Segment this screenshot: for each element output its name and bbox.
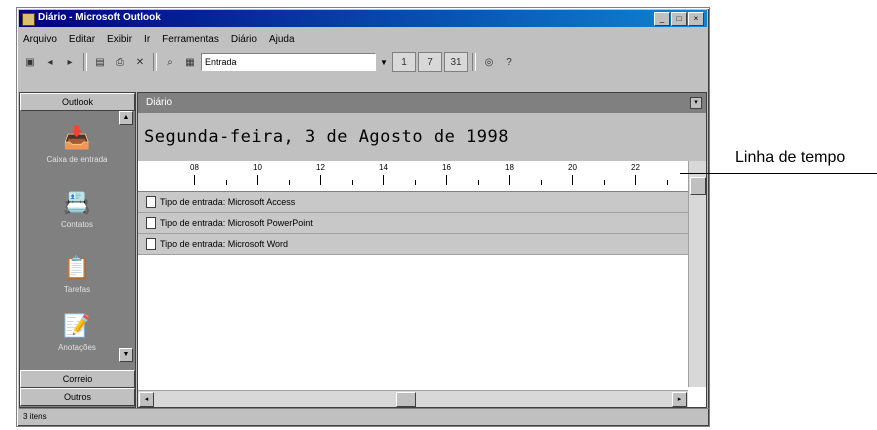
timeline-tick-label: 16 (442, 163, 451, 172)
timeline-tick-label: 08 (190, 163, 199, 172)
shortcut-notes[interactable]: 📝 Anotações (42, 311, 112, 352)
inbox-icon: 📥 (63, 125, 91, 150)
timeline-tick-label: 10 (253, 163, 262, 172)
organize-icon[interactable]: ▦ (181, 53, 199, 71)
menu-help[interactable]: Ajuda (267, 34, 297, 45)
scroll-up-icon[interactable]: ▲ (119, 111, 133, 125)
timeline-tick (288, 180, 290, 185)
scroll-down-icon[interactable]: ▼ (119, 348, 133, 362)
timeline-tick (572, 175, 573, 185)
timeline-tick (540, 180, 542, 185)
close-button[interactable]: × (688, 12, 704, 26)
scroll-thumb[interactable] (690, 177, 706, 195)
timeline-tick (666, 180, 668, 185)
menu-go[interactable]: Ir (142, 34, 152, 45)
shortcut-contacts[interactable]: 📇 Contatos (42, 188, 112, 229)
outlook-window: Diário - Microsoft Outlook _ □ × Arquivo… (16, 7, 710, 427)
document-icon (146, 217, 156, 229)
timeline-tick (351, 180, 353, 185)
menu-journal[interactable]: Diário (229, 34, 259, 45)
document-icon (146, 196, 156, 208)
week-view-icon[interactable]: 7 (418, 52, 442, 72)
callout-label: Linha de tempo (735, 149, 846, 166)
timeline-tick (414, 180, 416, 185)
month-view-icon[interactable]: 31 (444, 52, 468, 72)
timeline-tick-label: 20 (568, 163, 577, 172)
timeline-tick-label: 18 (505, 163, 514, 172)
date-label: Segunda-feira, 3 de Agosto de 1998 (144, 127, 509, 147)
banner-icon[interactable]: ▾ (690, 97, 702, 109)
minimize-button[interactable]: _ (654, 12, 670, 26)
folder-banner: Diário ▾ (138, 93, 706, 113)
app-icon (22, 13, 35, 26)
scroll-right-icon[interactable]: ▸ (672, 392, 687, 407)
list-item[interactable]: Tipo de entrada: Microsoft PowerPoint (138, 213, 688, 234)
timeline-tick (477, 180, 479, 185)
callout-line (680, 173, 877, 174)
group-other[interactable]: Outros (20, 388, 135, 406)
horizontal-scrollbar[interactable]: ◂ ▸ (138, 390, 688, 407)
new-icon[interactable]: ▣ (21, 53, 39, 71)
folder-list-icon[interactable]: ▤ (91, 53, 109, 71)
menu-view[interactable]: Exibir (105, 34, 134, 45)
shortcut-inbox[interactable]: 📥 Caixa de entrada (42, 123, 112, 164)
timeline-tick (320, 175, 321, 185)
timeline-tick-label: 22 (631, 163, 640, 172)
window-title: Diário - Microsoft Outlook (38, 12, 161, 23)
help-icon[interactable]: ? (500, 53, 518, 71)
scroll-left-icon[interactable]: ◂ (139, 392, 154, 407)
list-item[interactable]: Tipo de entrada: Microsoft Access (138, 192, 688, 213)
print-icon[interactable]: ⎙ (111, 53, 129, 71)
notes-icon: 📝 (63, 313, 91, 338)
menu-tools[interactable]: Ferramentas (160, 34, 221, 45)
go-to-today-icon[interactable]: ◎ (480, 53, 498, 71)
menu-file[interactable]: Arquivo (21, 34, 59, 45)
timeline-tick (509, 175, 510, 185)
timeline-tick (603, 180, 605, 185)
current-view-combo[interactable]: Entrada (201, 53, 376, 71)
group-mail[interactable]: Correio (20, 370, 135, 388)
back-icon[interactable]: ◂ (41, 53, 59, 71)
maximize-button[interactable]: □ (671, 12, 687, 26)
list-item[interactable]: Tipo de entrada: Microsoft Word (138, 234, 688, 255)
timeline-tick (635, 175, 636, 185)
timeline-tick (225, 180, 227, 185)
timeline-tick (194, 175, 195, 185)
forward-icon[interactable]: ▸ (61, 53, 79, 71)
timeline-tick (257, 175, 258, 185)
outlook-bar: Outlook ▲ 📥 Caixa de entrada 📇 Contatos … (19, 92, 136, 408)
standard-toolbar: ▣ ◂ ▸ ▤ ⎙ ✕ ⌕ ▦ Entrada ▼ 1 7 31 ◎ ? (21, 50, 705, 74)
shortcut-tasks[interactable]: 📋 Tarefas (42, 253, 112, 294)
chevron-down-icon[interactable]: ▼ (378, 54, 390, 70)
document-icon (146, 238, 156, 250)
timeline[interactable]: 08 10 12 14 16 18 20 22 (138, 161, 688, 192)
date-header: Segunda-feira, 3 de Agosto de 1998 (138, 113, 706, 161)
timeline-tick-label: 14 (379, 163, 388, 172)
vertical-scrollbar[interactable] (688, 161, 706, 387)
menu-edit[interactable]: Editar (67, 34, 97, 45)
menu-bar: Arquivo Editar Exibir Ir Ferramentas Diá… (21, 30, 297, 48)
folder-title: Diário (146, 97, 173, 108)
journal-pane: Diário ▾ Segunda-feira, 3 de Agosto de 1… (137, 92, 707, 408)
day-view-icon[interactable]: 1 (392, 52, 416, 72)
status-bar: 3 itens (19, 408, 709, 425)
timeline-tick (446, 175, 447, 185)
timeline-tick (383, 175, 384, 185)
find-icon[interactable]: ⌕ (161, 53, 179, 71)
journal-entries: Tipo de entrada: Microsoft Access Tipo d… (138, 192, 688, 255)
timeline-tick-label: 12 (316, 163, 325, 172)
delete-icon[interactable]: ✕ (131, 53, 149, 71)
contacts-icon: 📇 (63, 190, 91, 215)
tasks-icon: 📋 (63, 255, 91, 280)
scroll-thumb[interactable] (396, 392, 416, 407)
title-bar[interactable]: Diário - Microsoft Outlook _ □ × (19, 10, 707, 27)
group-outlook[interactable]: Outlook (20, 93, 135, 111)
